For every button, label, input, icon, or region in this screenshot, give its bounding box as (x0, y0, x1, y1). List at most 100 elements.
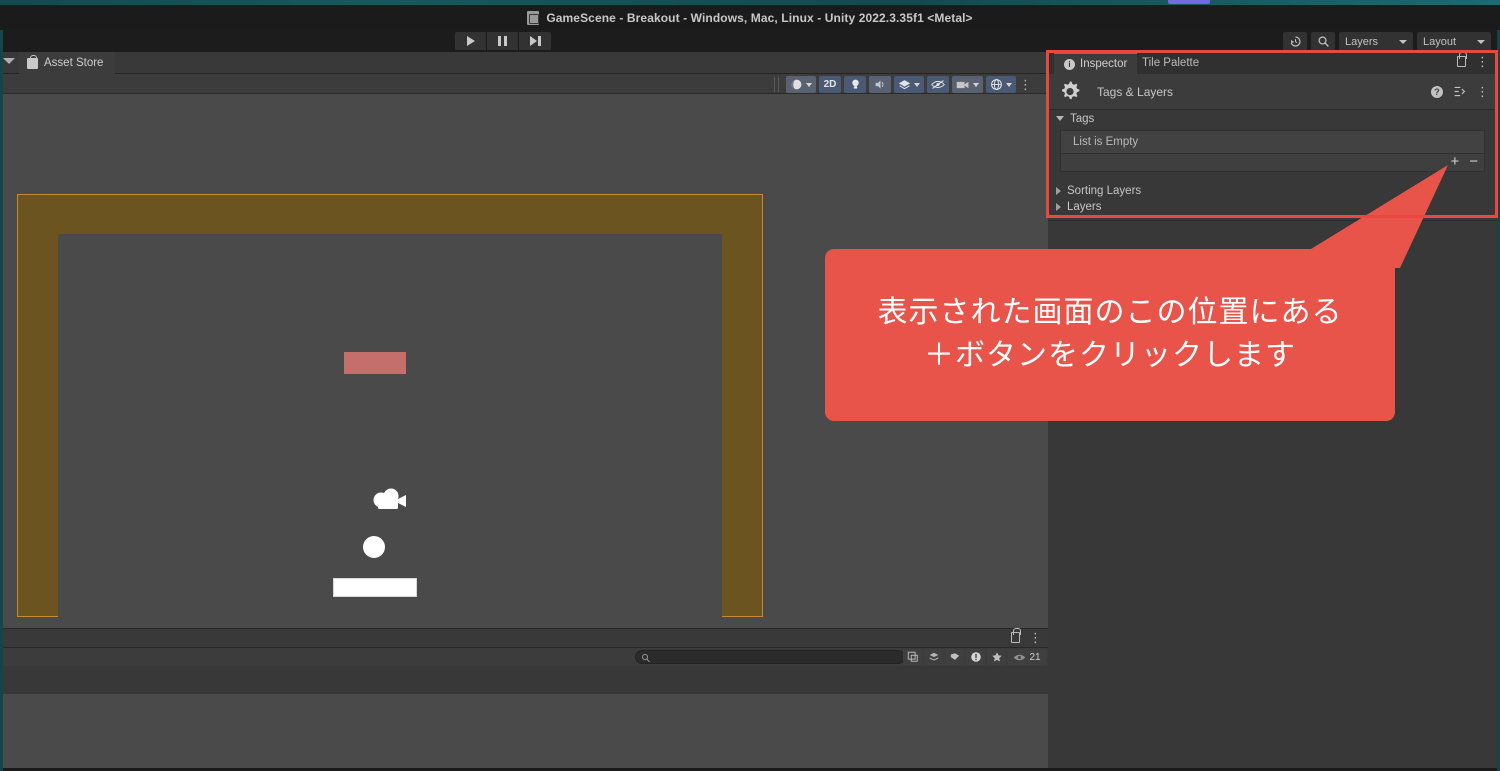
layers-stack-icon (928, 652, 939, 661)
scene-view-toolbar: 2D ⋮ (3, 74, 1048, 94)
2d-toggle-button[interactable]: 2D (819, 76, 841, 93)
layers-dropdown[interactable]: Layers (1339, 32, 1413, 51)
visible-count-label: 21 (1029, 651, 1041, 663)
pause-button[interactable] (487, 32, 519, 50)
remove-tag-button[interactable]: − (1469, 154, 1478, 170)
section-tags[interactable]: Tags (1048, 110, 1497, 127)
brick-object (344, 352, 406, 374)
section-sorting-layers-label: Sorting Layers (1067, 184, 1142, 197)
lighting-toggle-button[interactable] (844, 76, 866, 93)
kebab-menu-icon[interactable]: ⋮ (1029, 631, 1042, 644)
chevron-down-icon (806, 82, 812, 87)
chevron-down-icon (973, 82, 979, 87)
lock-icon[interactable] (1457, 52, 1467, 67)
asset-store-bag-icon (27, 54, 38, 69)
warning-icon (970, 652, 981, 662)
kebab-menu-icon[interactable]: ⋮ (1019, 78, 1032, 91)
layer-pick-button[interactable] (924, 649, 943, 665)
search-icon (1318, 36, 1329, 47)
component-title: Tags & Layers (1097, 84, 1174, 99)
tab-asset-store-label: Asset Store (44, 57, 104, 69)
layout-dropdown[interactable]: Layout (1417, 32, 1491, 51)
tab-tile-palette-label: Tile Palette (1142, 57, 1200, 69)
step-icon (529, 36, 541, 46)
kebab-menu-icon[interactable]: ⋮ (1476, 85, 1489, 98)
inspector-panel: i Inspector Tile Palette ⋮ Tags & Layers… (1048, 52, 1497, 220)
favorite-filter-button[interactable] (987, 649, 1006, 665)
camera-icon (956, 81, 969, 88)
inspector-body: Tags List is Empty + − Sorting Layers La… (1048, 110, 1497, 220)
console-toolbar: 21 (3, 648, 1048, 666)
tab-inspector-label: Inspector (1080, 58, 1128, 70)
layout-dropdown-label: Layout (1423, 35, 1457, 48)
chevron-down-icon (1006, 82, 1012, 87)
window-title: GameScene - Breakout - Windows, Mac, Lin… (546, 10, 973, 25)
inspector-tab-icons: ⋮ (1457, 52, 1489, 68)
play-button[interactable] (455, 32, 487, 50)
chevron-down-icon (1399, 39, 1407, 44)
log-filter-button[interactable] (945, 649, 964, 665)
tab-tile-palette[interactable]: Tile Palette (1132, 52, 1209, 74)
info-icon: i (1064, 58, 1075, 70)
fx-icon (898, 79, 911, 89)
chevron-down-icon (1056, 116, 1064, 121)
help-icon[interactable]: ? (1431, 85, 1443, 98)
tab-inspector[interactable]: i Inspector (1054, 52, 1138, 74)
inspector-divider (1048, 220, 1497, 221)
inspector-tab-bar: i Inspector Tile Palette ⋮ (1048, 52, 1497, 74)
main-toolbar: Layers Layout (3, 30, 1497, 52)
play-icon (466, 36, 475, 46)
unity-editor-window: GameScene - Breakout - Windows, Mac, Lin… (0, 0, 1500, 771)
instruction-callout: 表示された画面のこの位置にある ＋ボタンをクリックします (825, 249, 1395, 421)
audio-toggle-button[interactable] (869, 76, 891, 93)
gizmos-toggle-button[interactable] (986, 76, 1016, 93)
toolbar-grip[interactable] (774, 77, 779, 92)
pause-icon (498, 36, 507, 46)
gizmo-globe-icon (991, 79, 1002, 90)
scene-view-toggles: 2D ⋮ (774, 76, 1032, 93)
title-bar: GameScene - Breakout - Windows, Mac, Lin… (0, 5, 1500, 30)
window-accent-chip (1168, 0, 1210, 4)
shading-mode-button[interactable] (786, 76, 816, 93)
project-pick-button[interactable] (903, 649, 922, 665)
tags-list-empty-text: List is Empty (1073, 136, 1139, 148)
add-tag-button[interactable]: + (1450, 154, 1459, 170)
chevron-down-icon (1477, 39, 1485, 44)
scene-camera-button[interactable] (952, 76, 983, 93)
history-button[interactable] (1283, 32, 1307, 51)
sphere-icon (791, 79, 802, 90)
callout-line-1: 表示された画面のこの位置にある (877, 296, 1343, 330)
section-layers[interactable]: Layers (1048, 198, 1102, 215)
tags-list-box[interactable]: List is Empty (1060, 130, 1485, 154)
step-button[interactable] (519, 32, 551, 50)
preset-icon[interactable] (1453, 85, 1466, 98)
ball-object (363, 536, 385, 558)
console-search-input[interactable] (635, 650, 905, 664)
tags-list-footer: + − (1060, 154, 1485, 172)
camera-gizmo-icon (373, 488, 406, 509)
section-sorting-layers[interactable]: Sorting Layers (1048, 182, 1141, 199)
search-button[interactable] (1311, 32, 1335, 51)
tags-list-buttons: + − (1450, 154, 1478, 170)
chevron-right-icon (1056, 186, 1061, 195)
hidden-objects-toggle-button[interactable] (927, 76, 949, 93)
playback-controls (455, 32, 551, 50)
eye-icon (1014, 654, 1026, 660)
panel-menu-arrow-icon[interactable] (3, 58, 15, 64)
game-play-area (58, 234, 722, 618)
fx-toggle-button[interactable] (894, 76, 924, 93)
console-tab-bar: ⋮ (3, 628, 1048, 648)
picker-icon (907, 651, 918, 662)
lower-panel-filler (3, 694, 1048, 768)
console-tab-icons: ⋮ (1011, 628, 1042, 644)
kebab-menu-icon[interactable]: ⋮ (1476, 55, 1489, 68)
console-filter-group: 21 (903, 649, 1046, 665)
search-icon (642, 654, 648, 660)
star-icon (991, 652, 1002, 662)
warning-filter-button[interactable] (966, 649, 985, 665)
lock-icon[interactable] (1011, 628, 1021, 643)
paddle-object (333, 578, 417, 597)
toolbar-right-group: Layers Layout (1283, 32, 1491, 51)
tab-asset-store[interactable]: Asset Store (19, 52, 116, 74)
visible-count-button[interactable]: 21 (1008, 649, 1046, 665)
